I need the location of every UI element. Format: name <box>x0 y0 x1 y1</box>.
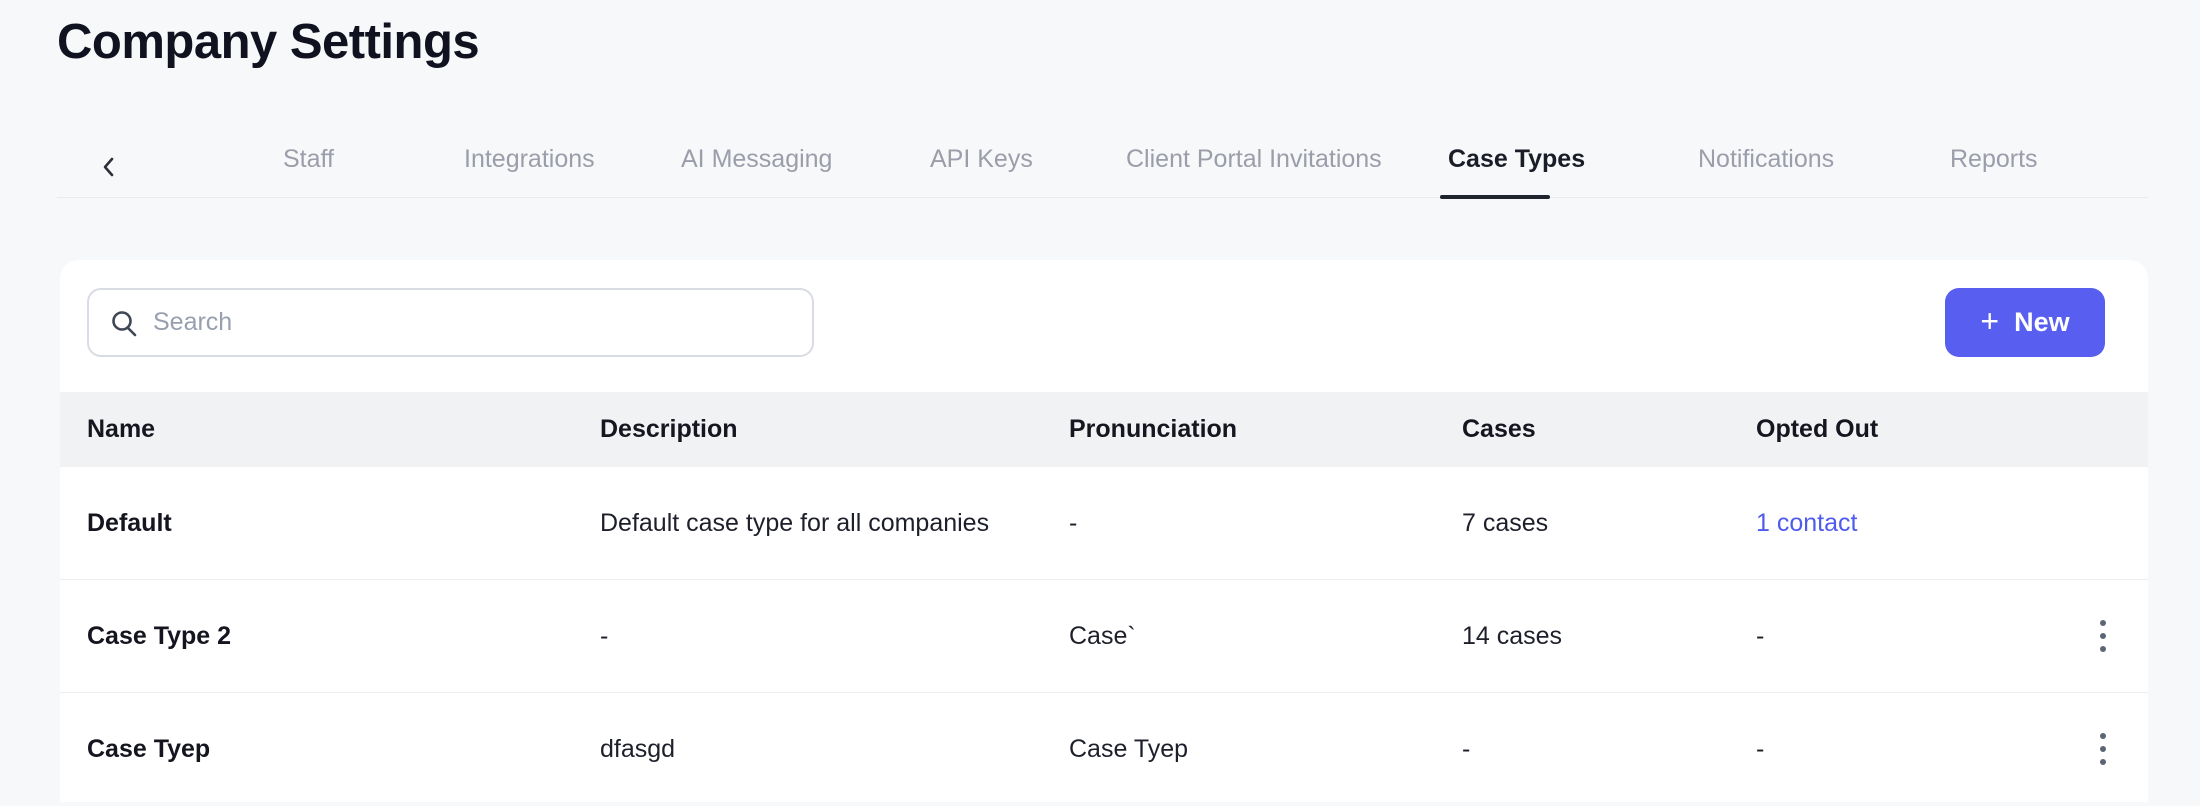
cell-description: - <box>600 621 609 650</box>
settings-tabs: Staff Integrations AI Messaging API Keys… <box>57 135 2148 199</box>
row-menu-button[interactable] <box>2081 717 2125 781</box>
table-header-row: Name Description Pronunciation Cases Opt… <box>60 392 2148 467</box>
tab-case-types[interactable]: Case Types <box>1448 145 1585 174</box>
cell-opted-out: - <box>1756 734 1765 763</box>
tab-staff[interactable]: Staff <box>283 145 334 174</box>
case-types-panel: + New Name Description Pronunciation Cas… <box>60 260 2148 802</box>
column-header-name: Name <box>87 415 156 443</box>
row-menu-button[interactable] <box>2081 604 2125 668</box>
opted-out-contacts-link[interactable]: 1 contact <box>1756 509 1857 537</box>
cell-pronunciation: Case Tyep <box>1069 734 1189 763</box>
cell-description: dfasgd <box>600 734 676 763</box>
cell-name: Case Type 2 <box>87 621 232 650</box>
cell-name: Default <box>87 508 172 537</box>
new-case-type-button[interactable]: + New <box>1945 288 2105 357</box>
tab-ai-messaging[interactable]: AI Messaging <box>681 145 832 174</box>
table-row: Case Type 2 - Case` 14 cases - <box>60 580 2148 693</box>
kebab-menu-icon <box>2100 620 2106 626</box>
search-input[interactable] <box>153 308 792 337</box>
cell-cases: 14 cases <box>1462 621 1563 650</box>
column-header-opted-out: Opted Out <box>1756 415 1879 443</box>
table-row: Case Tyep dfasgd Case Tyep - - <box>60 693 2148 802</box>
tab-api-keys[interactable]: API Keys <box>930 145 1033 174</box>
plus-icon: + <box>1980 303 2000 339</box>
active-tab-indicator <box>1440 195 1550 199</box>
new-button-label: New <box>2014 307 2070 337</box>
tab-integrations[interactable]: Integrations <box>464 145 595 174</box>
search-icon <box>112 310 137 336</box>
cell-name: Case Tyep <box>87 734 211 763</box>
tabs-scroll-left-button[interactable] <box>93 152 123 182</box>
tab-reports[interactable]: Reports <box>1950 145 2038 174</box>
cell-cases: - <box>1462 734 1471 763</box>
column-header-pronunciation: Pronunciation <box>1069 415 1238 443</box>
tab-client-portal-invitations[interactable]: Client Portal Invitations <box>1126 145 1382 174</box>
cell-cases: 7 cases <box>1462 508 1549 537</box>
tab-notifications[interactable]: Notifications <box>1698 145 1834 174</box>
page-title: Company Settings <box>57 15 480 69</box>
column-header-description: Description <box>600 415 738 443</box>
cell-pronunciation: - <box>1069 508 1078 537</box>
cell-pronunciation: Case` <box>1069 621 1136 650</box>
search-box[interactable] <box>87 288 814 357</box>
table-row: Default Default case type for all compan… <box>60 467 2148 580</box>
chevron-left-icon <box>103 157 114 177</box>
cell-opted-out: - <box>1756 621 1765 650</box>
table-toolbar: + New <box>60 260 2148 392</box>
kebab-menu-icon <box>2100 733 2106 739</box>
column-header-cases: Cases <box>1462 415 1536 443</box>
cell-description: Default case type for all companies <box>600 508 990 537</box>
